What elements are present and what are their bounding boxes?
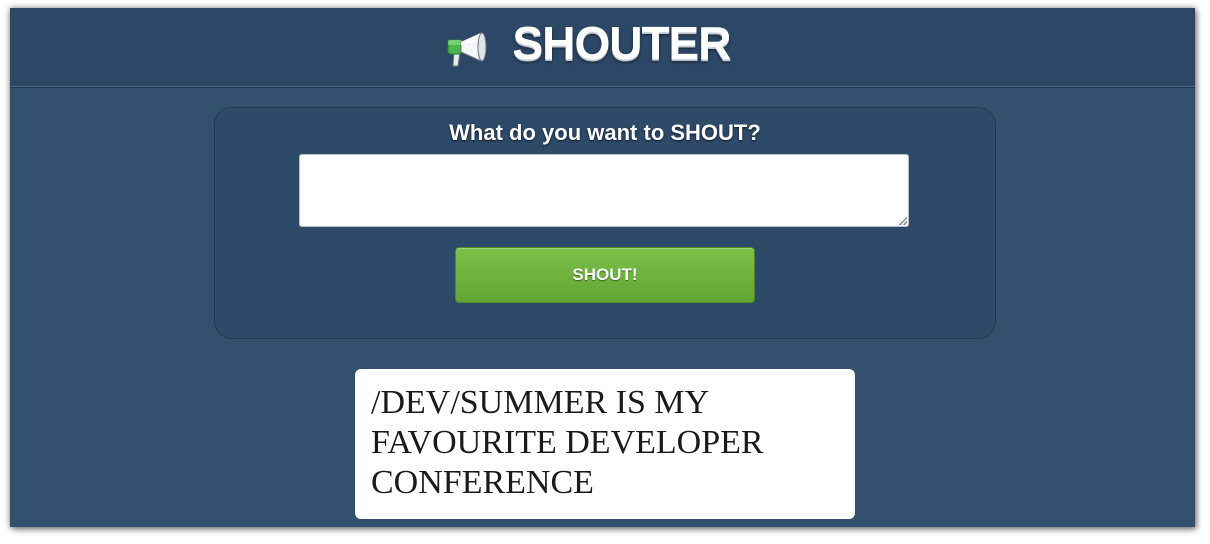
shout-form-panel: What do you want to SHOUT? SHOUT! xyxy=(214,107,996,339)
resize-grip-icon[interactable] xyxy=(899,217,907,225)
prompt-label: What do you want to SHOUT? xyxy=(449,120,761,145)
shout-text: /DEV/SUMMER IS MY FAVOURITE DEVELOPER CO… xyxy=(371,384,764,501)
shout-card: /DEV/SUMMER IS MY FAVOURITE DEVELOPER CO… xyxy=(355,369,855,519)
app-title: SHOUTER xyxy=(512,17,732,69)
shout-button[interactable]: SHOUT! xyxy=(455,247,755,303)
megaphone-icon xyxy=(445,29,489,69)
shout-input[interactable] xyxy=(299,154,909,227)
header-bar: SHOUTER xyxy=(10,8,1195,87)
app-window: SHOUTER What do you want to SHOUT? SHOUT… xyxy=(10,8,1195,527)
brand: SHOUTER xyxy=(10,8,1195,86)
